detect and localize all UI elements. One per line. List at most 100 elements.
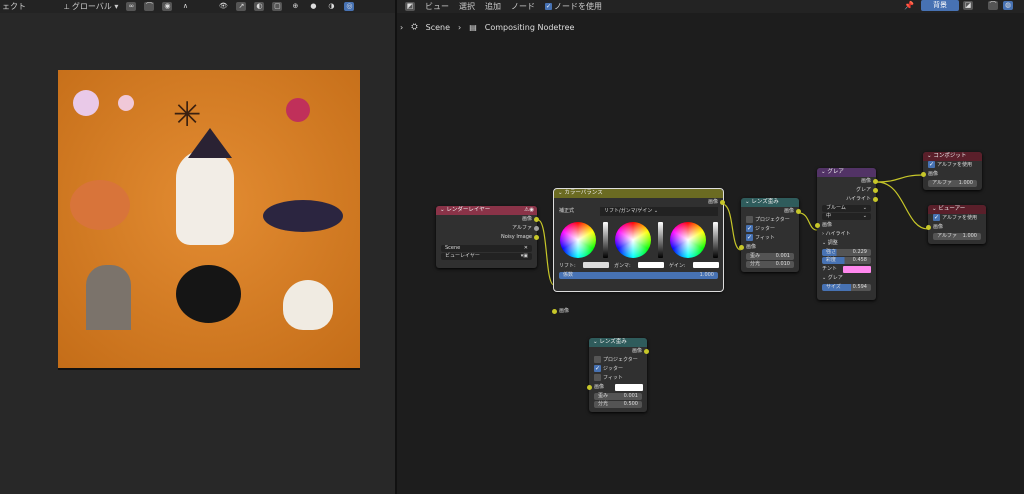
- output-image: 画像: [741, 207, 801, 216]
- glare-panel[interactable]: ⌄ グレア: [817, 274, 876, 283]
- fit-checkbox[interactable]: ✓ フィット: [741, 234, 799, 243]
- color-balance-node[interactable]: ⌄ カラーバランス 画像 補正式 リフト/ガンマ/ゲイン ⌄ リフト: ガンマ: …: [552, 188, 725, 314]
- output-glare: グレア: [817, 186, 878, 195]
- gamma-color-wheel[interactable]: [615, 222, 651, 258]
- link: [876, 181, 929, 230]
- glare-node[interactable]: ⌄ グレア 画像 グレア ハイライト ブルーム ⌄ 中 ⌄ 画像 › ハイライト ⌄…: [815, 168, 878, 300]
- socket[interactable]: [873, 179, 878, 184]
- socket[interactable]: [720, 200, 725, 205]
- folder-icon: ▾▣: [520, 253, 528, 259]
- node-title: グレア: [827, 169, 844, 175]
- jitter-checkbox[interactable]: ✓ ジッター: [589, 365, 647, 374]
- socket[interactable]: [873, 197, 878, 202]
- output-highlights: ハイライト: [817, 195, 878, 204]
- input-image: 画像: [926, 223, 986, 232]
- view-layer-selector[interactable]: ビューレイヤー ▾▣: [441, 253, 532, 260]
- image-color-swatch[interactable]: [615, 384, 643, 391]
- projector-checkbox[interactable]: プロジェクター: [589, 356, 647, 365]
- lift-color-wheel[interactable]: [560, 222, 596, 258]
- link: [876, 174, 924, 183]
- node-header[interactable]: ⌄ ビューアー: [928, 205, 986, 214]
- node-header[interactable]: ⌄ コンポジット: [923, 152, 982, 161]
- adjust-panel[interactable]: ⌄ 調整: [817, 239, 876, 248]
- node-header[interactable]: ⌄ レンダーレイヤー ⚠◉: [436, 206, 537, 215]
- highlights-panel[interactable]: › ハイライト: [817, 230, 876, 239]
- link: [798, 212, 818, 231]
- lift-slider[interactable]: [603, 222, 608, 258]
- lift-swatch[interactable]: [583, 262, 609, 268]
- gain-swatch[interactable]: [693, 262, 719, 268]
- scene-selector[interactable]: Scene ✕: [441, 245, 532, 252]
- socket[interactable]: [873, 188, 878, 193]
- socket[interactable]: [587, 385, 592, 390]
- input-image: 画像: [815, 221, 876, 230]
- output-image: 画像: [589, 347, 649, 356]
- node-title: レンズ歪み: [599, 339, 627, 345]
- node-header[interactable]: ⌄ レンズ歪み: [589, 338, 647, 347]
- socket[interactable]: [534, 235, 539, 240]
- gamma-slider[interactable]: [658, 222, 663, 258]
- gain-slider[interactable]: [713, 222, 718, 258]
- node-header[interactable]: ⌄ カラーバランス: [554, 189, 723, 198]
- socket[interactable]: [552, 309, 557, 314]
- socket[interactable]: [644, 349, 649, 354]
- node-title: コンポジット: [933, 153, 967, 159]
- lens-distortion-node-2[interactable]: ⌄ レンズ歪み 画像 プロジェクター ✓ ジッター フィット 画像 歪み 0.001…: [587, 338, 649, 412]
- alpha-field[interactable]: アルファ 1.000: [933, 233, 981, 240]
- output-image: 画像: [436, 215, 539, 224]
- node-header[interactable]: ⌄ レンズ歪み: [741, 198, 799, 207]
- correction-formula: 補正式 リフト/ガンマ/ゲイン ⌄: [554, 207, 723, 216]
- gamma-label: ガンマ:: [614, 263, 631, 269]
- alpha-field[interactable]: アルファ 1.000: [928, 180, 977, 187]
- socket[interactable]: [796, 209, 801, 214]
- socket[interactable]: [534, 226, 539, 231]
- socket[interactable]: [739, 245, 744, 250]
- projector-checkbox[interactable]: プロジェクター: [741, 216, 799, 225]
- saturation-slider[interactable]: 彩度 0.458: [822, 257, 871, 264]
- lift-label: リフト:: [559, 263, 576, 269]
- formula-dropdown[interactable]: リフト/ガンマ/ゲイン ⌄: [600, 207, 718, 216]
- quality-dropdown[interactable]: 中 ⌄: [822, 213, 871, 220]
- socket[interactable]: [815, 223, 820, 228]
- node-title: レンダーレイヤー: [446, 207, 491, 213]
- glare-type-dropdown[interactable]: ブルーム ⌄: [822, 205, 871, 212]
- output-alpha: アルファ: [436, 224, 539, 233]
- output-image: 画像: [817, 177, 878, 186]
- factor-slider[interactable]: 係数 1.000: [559, 272, 718, 279]
- size-slider[interactable]: サイズ 0.594: [822, 284, 871, 291]
- socket[interactable]: [921, 172, 926, 177]
- input-image: 画像: [552, 307, 723, 316]
- dispersion-field[interactable]: 分光 0.010: [746, 261, 794, 268]
- use-alpha-checkbox[interactable]: ✓ アルファを使用: [928, 214, 986, 223]
- dispersion-field[interactable]: 分光 0.500: [594, 401, 642, 408]
- input-image: 画像: [739, 243, 799, 252]
- node-header[interactable]: ⌄ グレア: [817, 168, 876, 177]
- link: [537, 219, 555, 286]
- distort-field[interactable]: 歪み 0.001: [746, 253, 794, 260]
- tint-swatch[interactable]: [843, 266, 871, 273]
- warning-icon: ⚠◉: [524, 207, 534, 213]
- gamma-swatch[interactable]: [638, 262, 664, 268]
- jitter-checkbox[interactable]: ✓ ジッター: [741, 225, 799, 234]
- socket[interactable]: [534, 217, 539, 222]
- render-layers-node[interactable]: ⌄ レンダーレイヤー ⚠◉ 画像 アルファ Noisy Image Scene ✕ …: [436, 206, 539, 268]
- socket[interactable]: [926, 225, 931, 230]
- node-title: ビューアー: [938, 206, 966, 212]
- strength-slider[interactable]: 強さ 0.229: [822, 249, 871, 256]
- tint-row: チント: [817, 265, 876, 274]
- node-title: カラーバランス: [564, 190, 603, 196]
- composite-node[interactable]: ⌄ コンポジット ✓ アルファを使用 画像 アルファ 1.000: [921, 152, 982, 190]
- output-noisy-image: Noisy Image: [436, 233, 539, 242]
- lens-distortion-node[interactable]: ⌄ レンズ歪み 画像 プロジェクター ✓ ジッター ✓ フィット 画像 歪み 0.00…: [739, 198, 801, 272]
- input-image: 画像: [587, 383, 647, 392]
- gain-label: ゲイン:: [669, 263, 686, 269]
- input-image: 画像: [921, 170, 982, 179]
- output-image: 画像: [554, 198, 725, 207]
- use-alpha-checkbox[interactable]: ✓ アルファを使用: [923, 161, 982, 170]
- close-icon: ✕: [523, 245, 528, 251]
- fit-checkbox[interactable]: フィット: [589, 374, 647, 383]
- viewer-node[interactable]: ⌄ ビューアー ✓ アルファを使用 画像 アルファ 1.000: [926, 205, 986, 244]
- distort-field[interactable]: 歪み 0.001: [594, 393, 642, 400]
- gain-color-wheel[interactable]: [670, 222, 706, 258]
- node-title: レンズ歪み: [751, 199, 779, 205]
